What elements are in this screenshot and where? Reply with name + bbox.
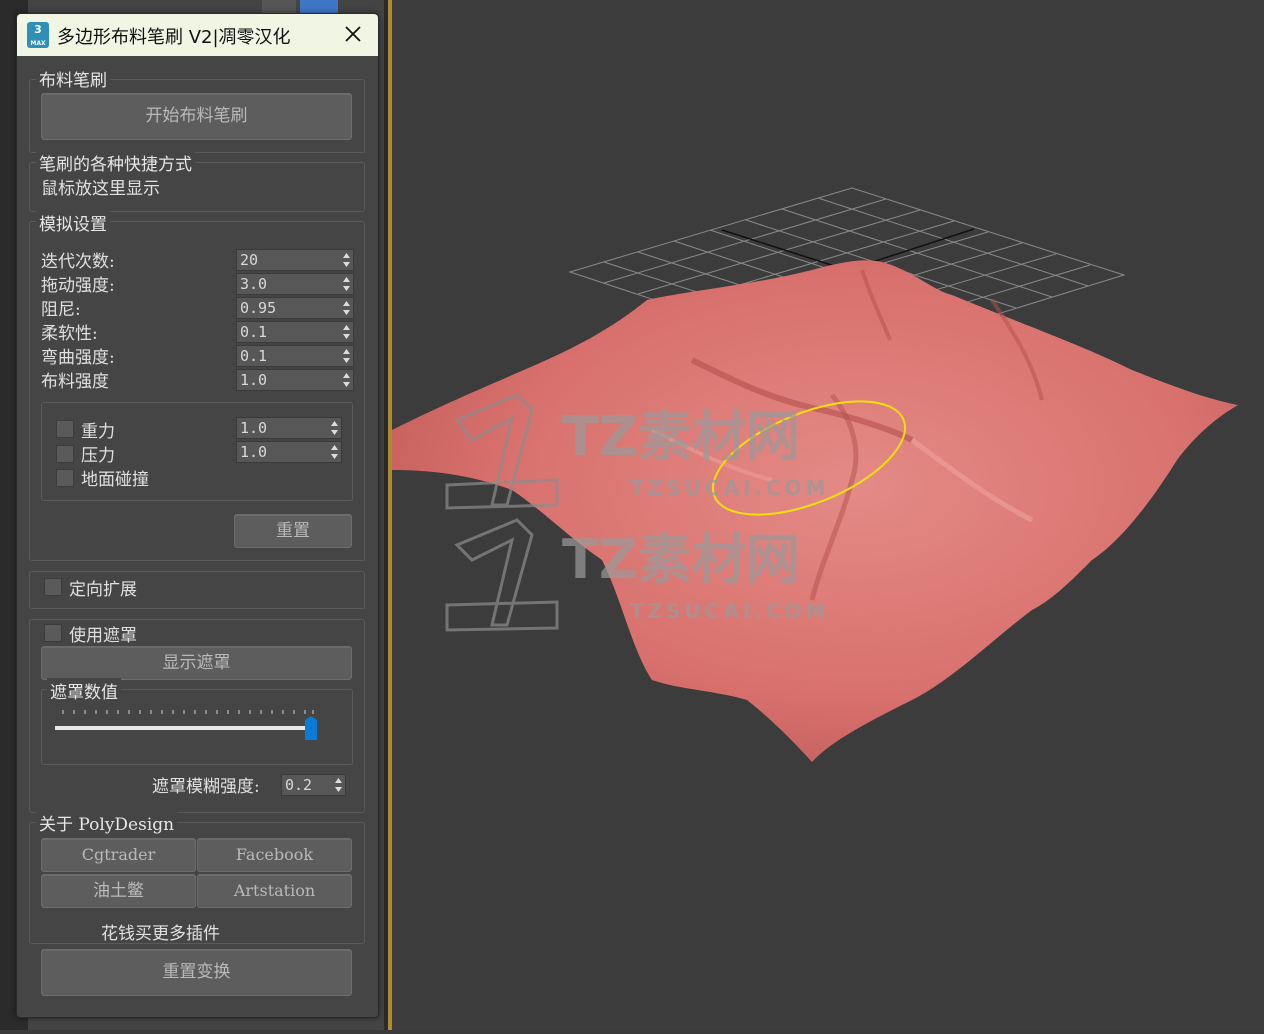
cloth-brush-dialog: 3 MAX 多边形布料笔刷 V2|凋零汉化 布料笔刷 开始布料笔刷 笔刷的各种快捷… xyxy=(16,13,379,1018)
cloth-brush-group-title: 布料笔刷 xyxy=(36,66,110,91)
softness-spinner[interactable]: 0.1 xyxy=(236,321,354,343)
window-title: 多边形布料笔刷 V2|凋零汉化 xyxy=(57,27,291,48)
mask-slider-thumb[interactable] xyxy=(305,716,317,740)
gravity-checkbox[interactable] xyxy=(56,420,74,438)
spinner-arrows-icon[interactable] xyxy=(342,324,351,340)
spinner-arrows-icon[interactable] xyxy=(334,777,343,793)
pressure-checkbox[interactable] xyxy=(56,445,74,463)
spinner-arrows-icon[interactable] xyxy=(342,372,351,388)
param-label-softness: 柔软性: xyxy=(41,324,98,344)
3dsmax-app-icon: 3 MAX xyxy=(27,22,49,48)
spinner-arrows-icon[interactable] xyxy=(342,252,351,268)
start-cloth-brush-button[interactable]: 开始布料笔刷 xyxy=(41,93,352,140)
reset-simulation-button[interactable]: 重置 xyxy=(234,514,352,548)
shortcuts-group-title: 笔刷的各种快捷方式 xyxy=(36,150,195,175)
drag-strength-spinner[interactable]: 3.0 xyxy=(236,273,354,295)
cloth-strength-spinner[interactable]: 1.0 xyxy=(236,369,354,391)
facebook-button[interactable]: Facebook xyxy=(197,838,352,872)
artstation-button[interactable]: Artstation xyxy=(197,874,352,908)
directional-extend-checkbox[interactable] xyxy=(44,578,62,596)
bend-strength-spinner[interactable]: 0.1 xyxy=(236,345,354,367)
param-label-bend-strength: 弯曲强度: xyxy=(41,348,115,368)
bg-close-icon xyxy=(262,0,296,14)
use-mask-label: 使用遮罩 xyxy=(69,626,137,646)
reset-transform-button[interactable]: 重置变换 xyxy=(41,949,352,996)
cgtrader-button[interactable]: Cgtrader xyxy=(41,838,196,872)
cloth-mesh[interactable] xyxy=(392,260,1238,762)
title-bar[interactable]: 3 MAX 多边形布料笔刷 V2|凋零汉化 xyxy=(17,14,378,56)
spinner-arrows-icon[interactable] xyxy=(342,276,351,292)
watermark-site-1: TZSUCAI.COM xyxy=(630,476,830,500)
3d-viewport[interactable]: TZ素材网 TZSUCAI.COM TZ素材网 TZSUCAI.COM xyxy=(392,0,1264,1030)
spinner-arrows-icon[interactable] xyxy=(342,300,351,316)
param-label-iterations: 迭代次数: xyxy=(41,252,115,272)
gravity-label: 重力 xyxy=(81,422,115,442)
spinner-arrows-icon[interactable] xyxy=(330,444,339,460)
param-label-cloth-strength: 布料强度 xyxy=(41,372,109,392)
directional-extend-label: 定向扩展 xyxy=(69,580,137,600)
watermark-brand-1: TZ素材网 xyxy=(562,405,800,468)
close-icon[interactable] xyxy=(342,22,364,46)
about-group-title: 关于 PolyDesign xyxy=(36,810,178,835)
pressure-spinner[interactable]: 1.0 xyxy=(236,441,342,463)
watermark-brand-2: TZ素材网 xyxy=(562,528,800,591)
param-label-drag-strength: 拖动强度: xyxy=(41,276,115,296)
mask-value-slider[interactable] xyxy=(53,704,325,744)
simulation-group-title: 模拟设置 xyxy=(36,210,110,235)
viewport-scene[interactable]: TZ素材网 TZSUCAI.COM TZ素材网 TZSUCAI.COM xyxy=(392,0,1264,1030)
show-mask-button[interactable]: 显示遮罩 xyxy=(41,646,352,680)
mask-slider-track[interactable] xyxy=(55,726,315,730)
damping-spinner[interactable]: 0.95 xyxy=(236,297,354,319)
ground-collision-label: 地面碰撞 xyxy=(81,470,149,490)
spinner-arrows-icon[interactable] xyxy=(342,348,351,364)
gravity-spinner[interactable]: 1.0 xyxy=(236,417,342,439)
iterations-spinner[interactable]: 20 xyxy=(236,249,354,271)
spinner-arrows-icon[interactable] xyxy=(330,420,339,436)
mask-blur-label: 遮罩模糊强度: xyxy=(152,777,260,797)
shortcuts-hint[interactable]: 鼠标放这里显示 xyxy=(41,174,160,199)
watermark-site-2: TZSUCAI.COM xyxy=(630,599,830,623)
use-mask-checkbox[interactable] xyxy=(44,624,62,642)
youtube-button[interactable]: 油土鳖 xyxy=(41,874,196,908)
pressure-label: 压力 xyxy=(81,446,115,466)
ground-collision-checkbox[interactable] xyxy=(56,469,74,487)
buy-more-plugins-link[interactable]: 花钱买更多插件 xyxy=(101,919,220,944)
param-label-damping: 阻尼: xyxy=(41,300,81,320)
mask-value-title: 遮罩数值 xyxy=(47,678,121,703)
mask-blur-spinner[interactable]: 0.2 xyxy=(281,774,346,796)
bg-pin-icon xyxy=(300,0,338,14)
